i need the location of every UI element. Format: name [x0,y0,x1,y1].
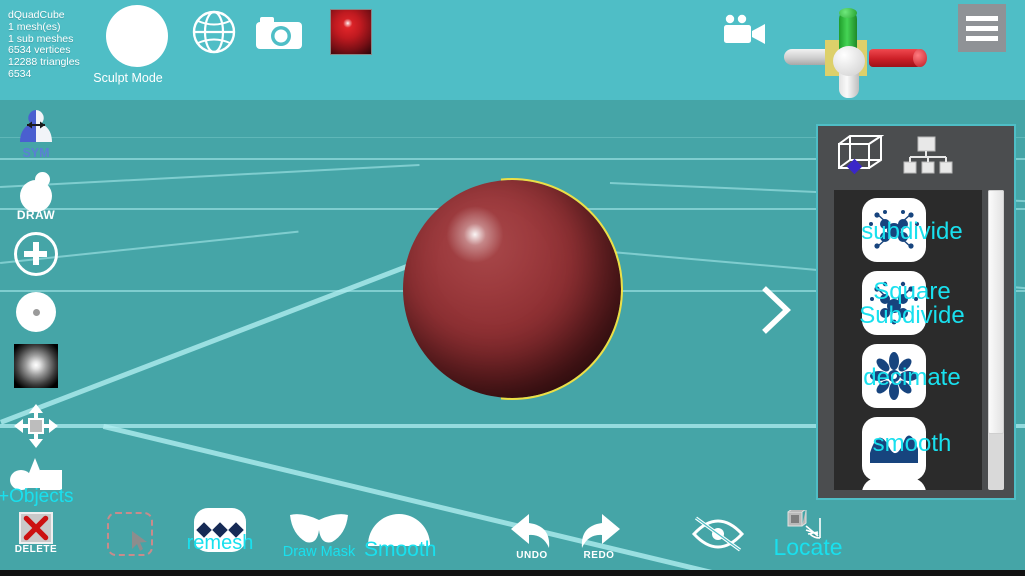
sidebar-item-brush-size[interactable] [8,292,64,332]
hide-toggle-button[interactable] [690,516,746,557]
redo-button[interactable]: REDO [572,512,626,561]
menu-line [966,15,998,21]
brush-icon [13,170,59,212]
eye-hidden-icon [691,516,745,552]
scrollbar-thumb[interactable] [988,190,1004,434]
tab-mesh[interactable] [836,134,885,176]
primitives-icon [10,456,62,490]
extra-count: 6534 [8,67,32,80]
select-box-icon [107,512,153,556]
delete-label: DELETE [14,544,58,555]
mesh-count: 1 mesh(es) [8,20,61,33]
list-item[interactable] [862,198,926,262]
square-subdivide-icon [870,281,918,325]
hamburger-menu-icon[interactable] [958,4,1006,52]
sidebar-item-alpha-texture[interactable] [8,344,64,388]
remesh-button[interactable]: remesh [185,508,255,554]
material-swatch-icon[interactable] [330,9,372,55]
redo-label: REDO [583,550,615,561]
locate-button[interactable]: Locate [760,508,852,560]
subdivide-icon [869,210,919,249]
globe-icon[interactable] [192,10,236,54]
redo-arrow-icon [581,514,620,548]
list-item[interactable] [862,271,926,335]
gizmo-axis-y-cap [839,8,857,18]
sidebar-item-symmetry[interactable]: SYM [8,108,64,160]
sidebar-item-add[interactable] [8,232,64,276]
undo-button[interactable]: UNDO [505,512,559,561]
list-item[interactable] [862,417,926,481]
brush-tip [35,172,50,187]
left-toolbar: SYM DRAW +Objects [0,108,80,508]
smooth-button[interactable]: Smooth [364,514,436,561]
sculpt-object-sphere[interactable] [403,178,623,400]
panel-scrollbar[interactable] [988,190,1004,490]
menu-line [966,35,998,41]
top-toolbar: Sculpt Mode [0,0,1025,100]
menu-line [966,25,998,31]
draw-mask-label: Draw Mask [282,544,356,560]
undo-label: UNDO [516,550,548,561]
locate-label: Locate [773,534,843,560]
sidebar-item-objects[interactable]: +Objects [0,456,74,507]
decimate-icon [870,352,918,400]
symmetry-icon [13,108,59,152]
list-item[interactable] [862,344,926,408]
delete-button[interactable]: DELETE [12,512,60,555]
draw-mask-button[interactable]: Draw Mask [283,512,355,560]
mask-icon [288,512,350,546]
video-camera-icon[interactable] [722,14,768,46]
tab-hierarchy[interactable] [902,136,954,176]
sidebar-item-move[interactable] [8,404,64,448]
sidebar-item-draw[interactable]: DRAW [8,170,64,222]
brush-size-icon [16,292,56,332]
brush-size-dot [32,308,40,316]
sculpt-mode-button[interactable]: Sculpt Mode [93,5,168,85]
mesh-info-overlay: dQuadCube 1 mesh(es) 1 sub meshes 6534 v… [8,9,80,81]
delete-x-icon [19,512,53,544]
bottom-toolbar: DELETE remesh Draw Mask Smooth UNDO REDO… [0,500,1025,576]
panel-tab-bar [818,126,1014,184]
gizmo-center-sphere[interactable] [833,46,865,76]
panel-operations-list[interactable]: subdivide Square Subdivide decimate smoo… [834,190,982,490]
sculpt-mode-label: Sculpt Mode [93,71,163,85]
smooth-label: Smooth [364,538,437,561]
alpha-texture-icon [14,344,58,388]
bottom-edge-bar [0,570,1025,576]
axis-gizmo[interactable] [784,4,927,100]
smooth-wave-icon [870,435,918,463]
right-tool-panel: subdivide Square Subdivide decimate smoo… [816,124,1016,500]
remesh-label: remesh [186,532,254,554]
gizmo-axis-x-cap [913,49,927,67]
sculpt-mode-circle-icon [106,5,168,67]
plus-circle-icon [14,232,58,276]
chevron-right-icon[interactable] [760,285,794,335]
move-gizmo-icon [10,404,62,448]
undo-arrow-icon [511,514,550,548]
list-item[interactable] [862,478,926,490]
camera-icon[interactable] [255,15,303,51]
select-box-button[interactable] [104,512,156,556]
